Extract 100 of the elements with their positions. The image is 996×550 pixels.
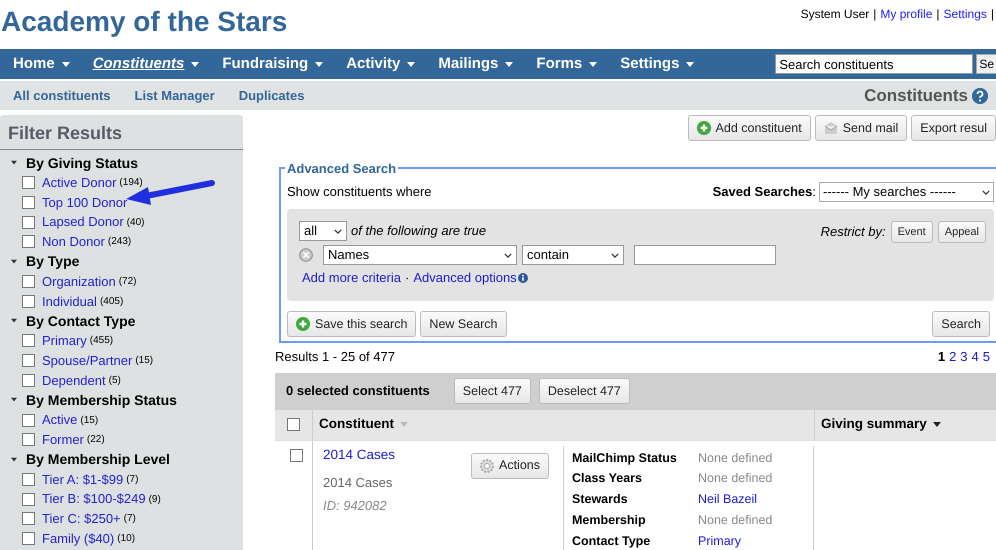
actions-button[interactable]: Actions bbox=[471, 452, 549, 478]
page-link[interactable]: 5 bbox=[982, 347, 990, 366]
user-menu-link[interactable]: My profile bbox=[880, 5, 932, 23]
filter-link[interactable]: Dependent bbox=[42, 370, 106, 390]
checkbox[interactable] bbox=[22, 216, 35, 229]
toolbar-button[interactable]: Send mail bbox=[814, 115, 908, 141]
nav-menu-item[interactable]: Forms bbox=[536, 52, 598, 76]
checkbox[interactable] bbox=[22, 414, 35, 427]
subnav-link[interactable]: List Manager bbox=[134, 86, 215, 106]
criteria-link[interactable]: Add more criteria bbox=[302, 268, 401, 288]
subnav-link[interactable]: Duplicates bbox=[238, 86, 304, 106]
filter-link[interactable]: Tier C: $250+ bbox=[42, 509, 121, 529]
select-all-checkbox[interactable] bbox=[287, 418, 300, 431]
filter-link[interactable]: Active Donor bbox=[42, 173, 116, 193]
checkbox[interactable] bbox=[22, 492, 35, 506]
filter-link[interactable]: Tier B: $100-$249 bbox=[42, 489, 146, 509]
filter-group-header[interactable]: By Membership Status bbox=[0, 390, 243, 410]
filter-link[interactable]: Non Donor bbox=[42, 232, 105, 252]
selection-button[interactable]: Deselect 477 bbox=[538, 378, 630, 404]
search-action-button[interactable]: New Search bbox=[420, 311, 507, 337]
filter-link[interactable]: Organization bbox=[42, 272, 116, 292]
criteria-link[interactable]: Advanced options bbox=[413, 268, 517, 288]
toolbar-button[interactable]: Add constituent bbox=[688, 115, 811, 141]
user-menu-link[interactable]: Settings bbox=[944, 5, 987, 23]
match-dropdown[interactable]: all bbox=[299, 221, 347, 241]
caret-icon bbox=[505, 62, 514, 66]
column-header[interactable]: Giving summary bbox=[814, 410, 996, 440]
nav-menu-item[interactable]: Settings bbox=[620, 52, 694, 76]
results-count: Results 1 - 25 of 477 bbox=[275, 348, 395, 366]
detail-value: None defined bbox=[698, 512, 772, 529]
filter-group-header[interactable]: By Contact Type bbox=[0, 311, 243, 332]
filter-count: (40) bbox=[126, 216, 144, 230]
toolbar-button[interactable]: Export resul bbox=[911, 115, 996, 141]
detail-label: Class Years bbox=[572, 470, 643, 488]
filter-group-header[interactable]: By Membership Level bbox=[0, 450, 243, 470]
caret-icon bbox=[407, 62, 416, 66]
column-header[interactable]: Constituent bbox=[313, 410, 814, 440]
checkbox[interactable] bbox=[22, 354, 35, 368]
checkbox[interactable] bbox=[22, 235, 35, 248]
nav-menu-item[interactable]: Home bbox=[13, 52, 70, 76]
page-title: Constituents bbox=[864, 84, 968, 107]
checkbox[interactable] bbox=[22, 176, 35, 190]
filter-count: (455) bbox=[90, 334, 114, 348]
field-dropdown[interactable]: Names bbox=[323, 245, 517, 265]
checkbox[interactable] bbox=[22, 275, 35, 288]
restrict-button[interactable]: Event bbox=[890, 221, 933, 243]
filter-link[interactable]: Individual bbox=[42, 292, 97, 312]
nav-menu-item[interactable]: Activity bbox=[346, 52, 416, 76]
detail-label: Membership bbox=[572, 512, 647, 529]
page-link[interactable]: 2 bbox=[949, 347, 956, 366]
row-checkbox[interactable] bbox=[290, 448, 303, 462]
filter-link[interactable]: Primary bbox=[42, 331, 87, 351]
constituent-name-link[interactable]: 2014 Cases bbox=[323, 446, 396, 462]
nav-menu-item[interactable]: Mailings bbox=[438, 52, 514, 76]
filter-link[interactable]: Former bbox=[42, 430, 84, 450]
remove-icon bbox=[299, 248, 313, 262]
detail-link[interactable]: Primary bbox=[698, 532, 742, 550]
filter-link[interactable]: Active bbox=[42, 410, 78, 430]
filter-count: (9) bbox=[148, 492, 161, 507]
help-icon bbox=[972, 88, 988, 104]
saved-searches-label: Saved Searches: bbox=[712, 183, 816, 202]
search-action-button[interactable]: Save this search bbox=[287, 311, 416, 337]
checkbox[interactable] bbox=[22, 294, 35, 308]
filter-link[interactable]: Spouse/Partner bbox=[42, 350, 132, 370]
search-field[interactable]: Search constituents bbox=[775, 54, 974, 74]
checkbox[interactable] bbox=[22, 532, 35, 545]
nav-menu-item[interactable]: Constituents bbox=[92, 52, 200, 76]
separator: | bbox=[936, 6, 940, 23]
filter-group-header[interactable]: By Giving Status bbox=[0, 153, 243, 173]
filter-count: (15) bbox=[135, 354, 154, 368]
page-link[interactable]: 1 bbox=[938, 347, 946, 366]
checkbox[interactable] bbox=[22, 334, 35, 348]
page-link[interactable]: 4 bbox=[972, 347, 979, 366]
filter-link[interactable]: Top 100 Donor bbox=[42, 192, 128, 212]
saved-searches-dropdown[interactable]: ------ My searches ------ bbox=[819, 182, 994, 202]
site-title: Academy of the Stars bbox=[0, 5, 288, 39]
checkbox[interactable] bbox=[22, 512, 35, 526]
selection-button[interactable]: Select 477 bbox=[454, 378, 531, 404]
detail-link[interactable]: Neil Bazeil bbox=[698, 490, 758, 509]
link-separator: · bbox=[404, 269, 410, 287]
constituent-subtitle: 2014 Cases bbox=[323, 474, 392, 492]
filter-link[interactable]: Lapsed Donor bbox=[42, 212, 124, 232]
filter-link[interactable]: Tier A: $1-$99 bbox=[42, 470, 124, 490]
nav-menu-item[interactable]: Fundraising bbox=[222, 52, 324, 76]
search-button[interactable]: Se bbox=[976, 54, 996, 74]
checkbox[interactable] bbox=[22, 196, 35, 210]
operator-dropdown[interactable]: contain bbox=[522, 245, 624, 265]
checkbox[interactable] bbox=[22, 472, 35, 486]
page-link[interactable]: 3 bbox=[960, 347, 968, 366]
filter-link[interactable]: Family ($40) bbox=[42, 528, 114, 548]
filter-group-header[interactable]: By Type bbox=[0, 252, 243, 272]
restrict-button[interactable]: Appeal bbox=[938, 221, 986, 243]
subnav-link[interactable]: All constituents bbox=[13, 86, 111, 106]
search-button[interactable]: Search bbox=[932, 311, 990, 337]
checkbox[interactable] bbox=[22, 374, 35, 387]
separator: | bbox=[873, 6, 876, 23]
checkbox[interactable] bbox=[22, 433, 35, 446]
filter-count: (194) bbox=[119, 176, 143, 190]
value-field[interactable] bbox=[634, 245, 776, 265]
sort-icon bbox=[400, 422, 408, 427]
